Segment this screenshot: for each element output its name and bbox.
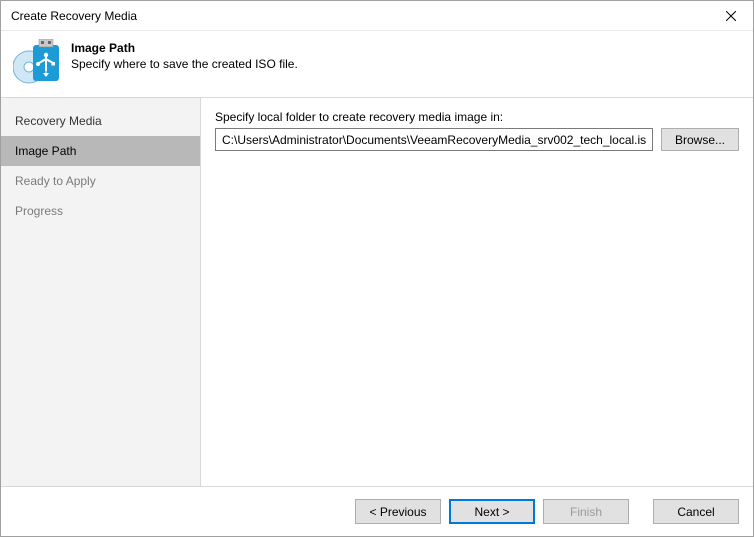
window-title: Create Recovery Media bbox=[11, 9, 137, 23]
close-button[interactable] bbox=[708, 1, 753, 30]
sidebar-item-image-path[interactable]: Image Path bbox=[1, 136, 200, 166]
sidebar-item-label: Progress bbox=[15, 204, 63, 218]
next-button[interactable]: Next > bbox=[449, 499, 535, 524]
close-icon bbox=[726, 11, 736, 21]
sidebar-item-label: Ready to Apply bbox=[15, 174, 96, 188]
sidebar-item-recovery-media[interactable]: Recovery Media bbox=[1, 106, 200, 136]
path-row: Browse... bbox=[215, 128, 739, 151]
finish-button: Finish bbox=[543, 499, 629, 524]
header-text: Image Path Specify where to save the cre… bbox=[71, 39, 298, 71]
previous-button[interactable]: < Previous bbox=[355, 499, 441, 524]
browse-button[interactable]: Browse... bbox=[661, 128, 739, 151]
content-panel: Specify local folder to create recovery … bbox=[201, 98, 753, 486]
path-input[interactable] bbox=[215, 128, 653, 151]
header-subtitle: Specify where to save the created ISO fi… bbox=[71, 57, 298, 71]
wizard-sidebar: Recovery Media Image Path Ready to Apply… bbox=[1, 98, 201, 486]
sidebar-item-label: Recovery Media bbox=[15, 114, 102, 128]
cancel-button[interactable]: Cancel bbox=[653, 499, 739, 524]
usb-disc-icon bbox=[13, 39, 61, 87]
sidebar-item-label: Image Path bbox=[15, 144, 76, 158]
create-recovery-media-dialog: Create Recovery Media bbox=[0, 0, 754, 537]
path-field-label: Specify local folder to create recovery … bbox=[215, 110, 739, 124]
dialog-body: Recovery Media Image Path Ready to Apply… bbox=[1, 97, 753, 486]
dialog-header: Image Path Specify where to save the cre… bbox=[1, 31, 753, 97]
dialog-footer: < Previous Next > Finish Cancel bbox=[1, 486, 753, 536]
sidebar-item-ready-to-apply[interactable]: Ready to Apply bbox=[1, 166, 200, 196]
sidebar-item-progress[interactable]: Progress bbox=[1, 196, 200, 226]
titlebar: Create Recovery Media bbox=[1, 1, 753, 31]
header-title: Image Path bbox=[71, 41, 298, 55]
